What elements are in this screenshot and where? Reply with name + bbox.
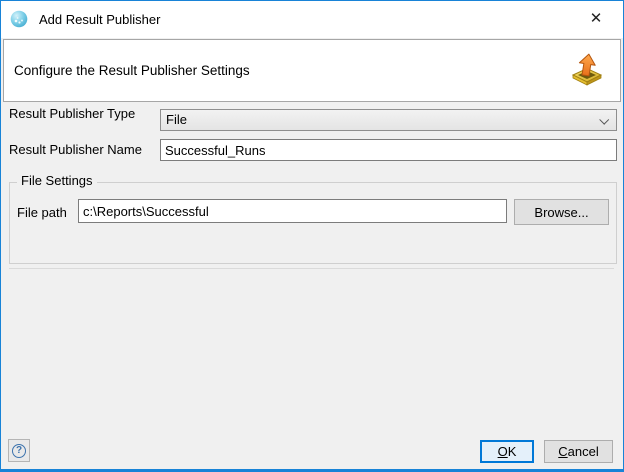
close-icon: ✕ [589, 10, 603, 27]
app-sphere-icon [10, 10, 28, 28]
result-publisher-name-input[interactable] [160, 139, 617, 161]
result-publisher-name-label: Result Publisher Name [9, 142, 142, 157]
result-publisher-type-select[interactable]: File [160, 109, 617, 131]
file-settings-group-title: File Settings [17, 173, 97, 189]
content-separator [9, 268, 614, 269]
browse-button[interactable]: Browse... [514, 199, 609, 225]
close-button[interactable]: ✕ [579, 4, 613, 34]
selected-type-value: File [166, 112, 187, 127]
add-result-publisher-dialog: Add Result Publisher ✕ Configure the Res… [0, 0, 624, 472]
help-button[interactable]: ? [8, 439, 30, 462]
window-title: Add Result Publisher [39, 12, 161, 27]
banner-panel: Configure the Result Publisher Settings [3, 39, 621, 102]
help-icon: ? [12, 443, 26, 458]
ok-button[interactable]: OK [480, 440, 534, 463]
chevron-down-icon [600, 117, 608, 125]
file-path-label: File path [17, 205, 67, 220]
ok-button-label: OK [497, 444, 517, 459]
result-publisher-type-label: Result Publisher Type [9, 106, 136, 121]
banner-description: Configure the Result Publisher Settings [14, 63, 250, 78]
cancel-button-label: Cancel [558, 444, 599, 459]
publish-tray-icon [568, 51, 606, 89]
file-path-input[interactable] [78, 199, 507, 223]
cancel-button[interactable]: Cancel [544, 440, 613, 463]
title-bar: Add Result Publisher ✕ [1, 1, 623, 38]
